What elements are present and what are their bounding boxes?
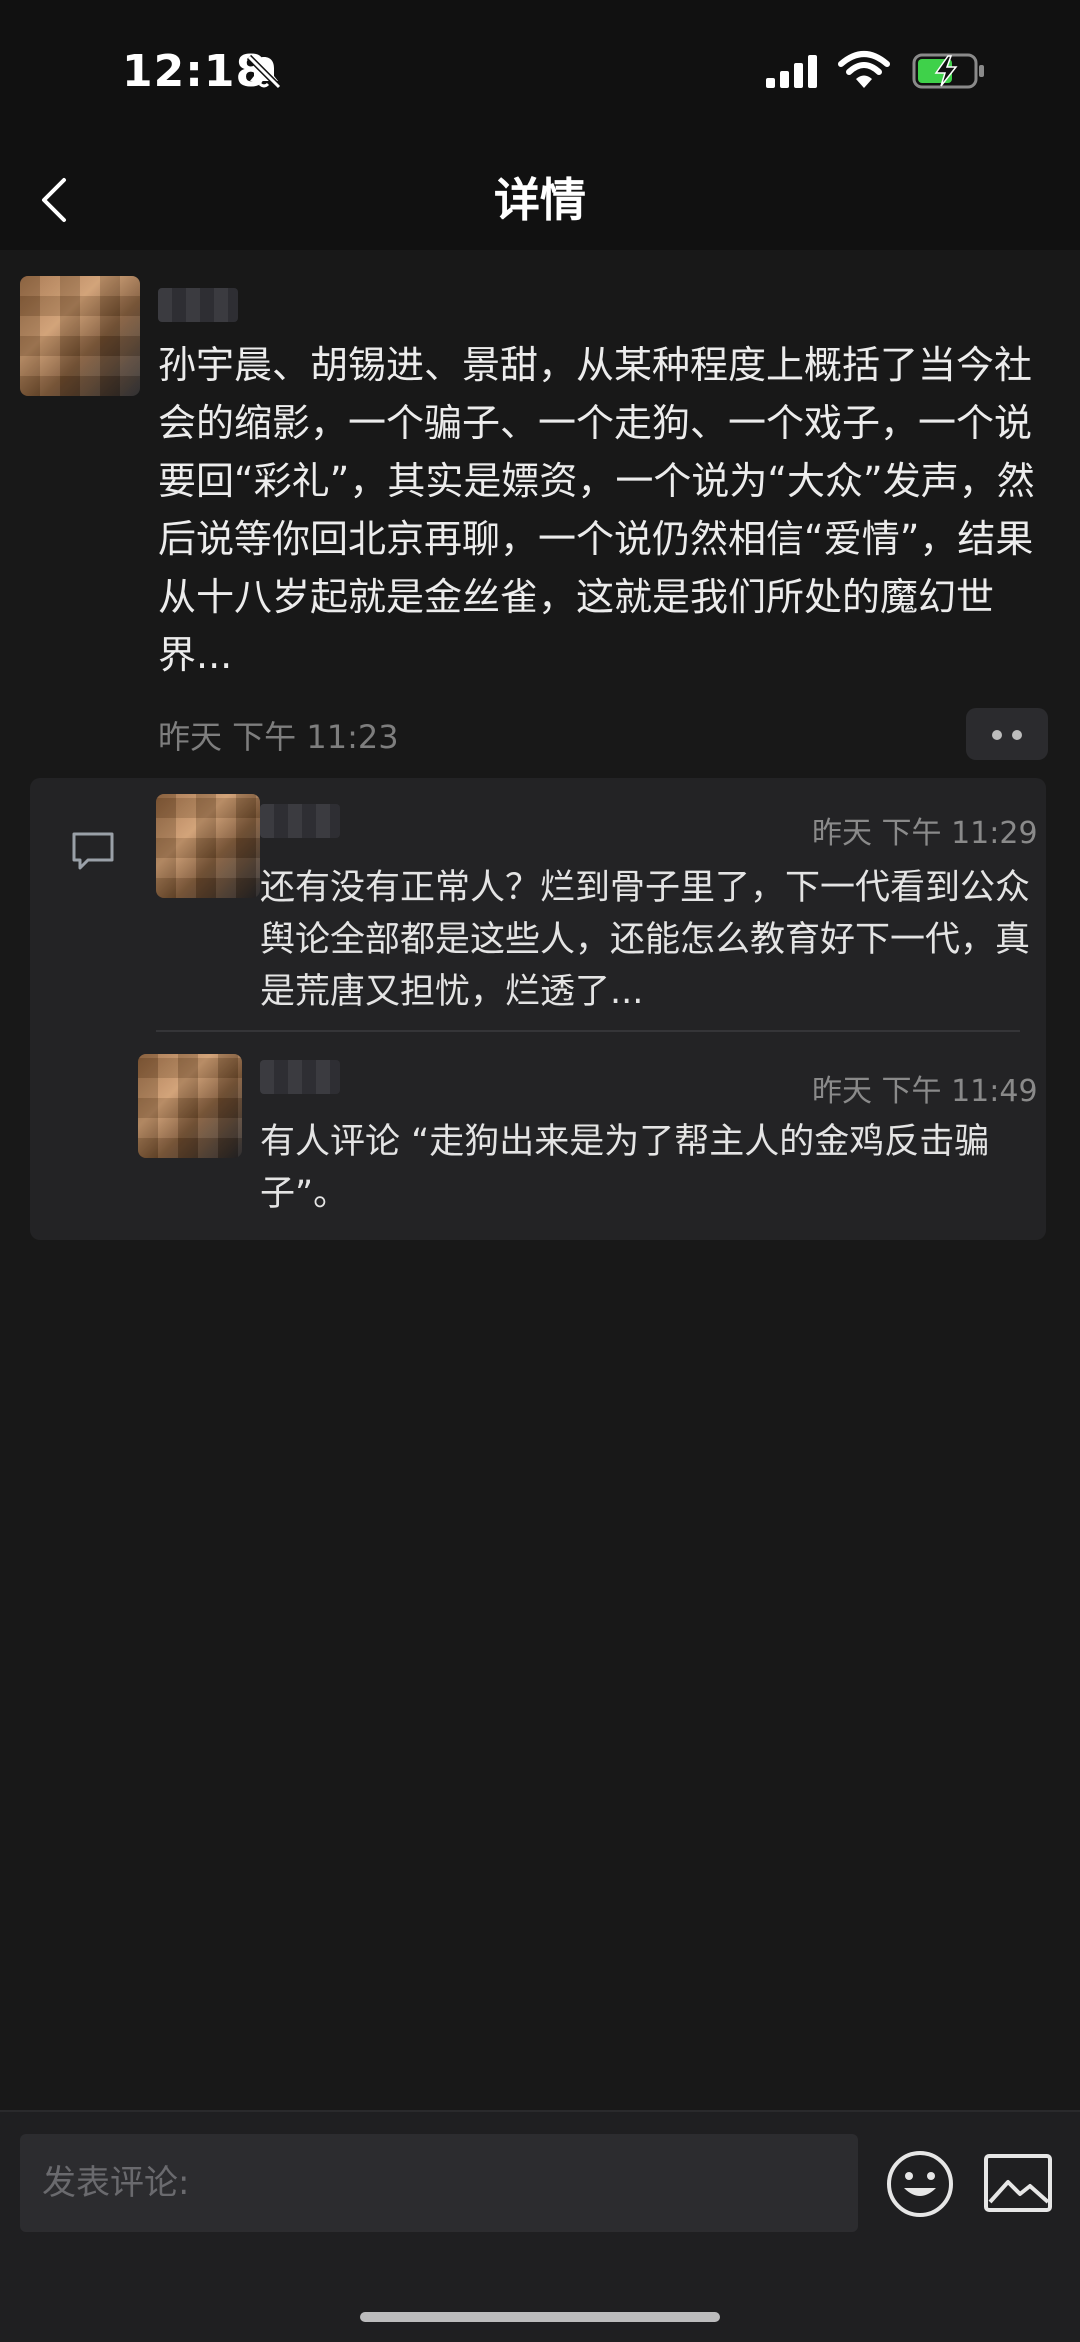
image-icon[interactable] [982,2150,1054,2216]
comment-text: 还有没有正常人？烂到骨子里了，下一代看到公众舆论全部都是这些人，还能怎么教育好下… [260,868,1031,1012]
top-nav-bar: 详情 [0,150,1080,250]
comment-input[interactable] [20,2134,858,2232]
more-dot-icon [1012,730,1022,740]
post-author-name-blurred[interactable] [158,288,238,322]
wifi-icon [838,51,890,88]
comment-text: 有人评论 “走狗出来是为了帮主人的金鸡反击骗子”。 [260,1122,990,1214]
more-dot-icon [992,730,1002,740]
status-bar: 12:18 [0,0,1080,150]
battery-charging-icon [912,53,984,89]
emoji-icon[interactable] [884,2148,956,2220]
comment-timestamp: 昨天 下午 11:49 [812,1074,1038,1109]
comment-divider [156,1030,1020,1032]
comment-author-name-blurred[interactable] [260,804,340,838]
comment-timestamp: 昨天 下午 11:29 [812,816,1038,851]
comment-author-avatar[interactable] [156,794,260,898]
comment-author-name-blurred[interactable] [260,1060,340,1094]
post-body-text: 孙宇晨、胡锡进、景甜，从某种程度上概括了当今社会的缩影，一个骗子、一个走狗、一个… [158,343,1035,677]
comment-author-avatar[interactable] [138,1054,242,1158]
post-timestamp: 昨天 下午 11:23 [158,718,399,756]
page-title: 详情 [494,173,586,227]
comment-bubble-icon [72,832,114,870]
home-indicator[interactable] [360,2312,720,2322]
bell-muted-icon [246,54,282,90]
cellular-signal-icon [766,55,817,88]
post-author-avatar[interactable] [20,276,140,396]
more-options-button[interactable] [966,708,1048,760]
